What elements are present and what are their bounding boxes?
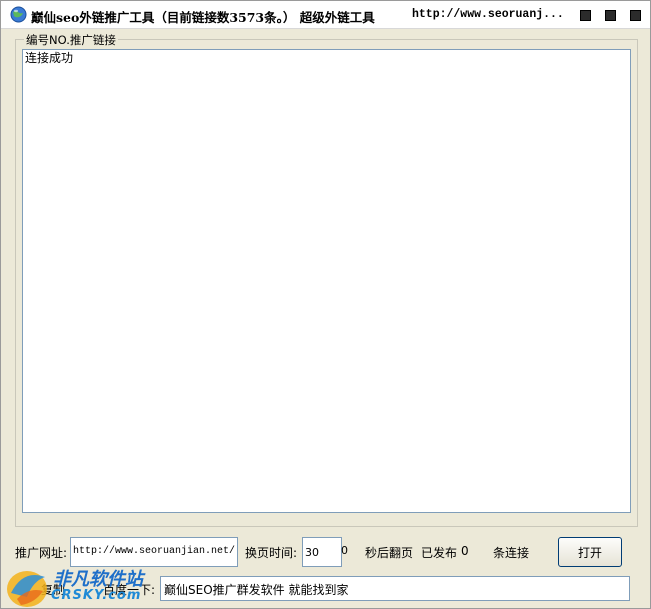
published-count: 0 [461, 544, 469, 558]
close-icon[interactable] [630, 10, 641, 21]
links-group: 编号NO.推广链接 连接成功 [15, 32, 638, 527]
interval-extra: 0 [341, 544, 348, 557]
log-textarea[interactable]: 连接成功 [22, 49, 631, 513]
url-input[interactable]: http://www.seoruanjian.net/ [70, 537, 238, 567]
search-text-field[interactable]: 巅仙SEO推广群发软件 就能找到家 [160, 576, 630, 601]
search-tip-label: 百度一下: [103, 583, 156, 597]
title-url: http://www.seoruanj... [412, 8, 564, 21]
interval-label: 换页时间: [245, 546, 298, 560]
open-button[interactable]: 打开 [558, 537, 622, 567]
minimize-icon[interactable] [580, 10, 591, 21]
log-line: 连接成功 [25, 51, 74, 65]
maximize-icon[interactable] [605, 10, 616, 21]
globe-icon [10, 6, 27, 23]
window-title: 巅仙seo外链推广工具（目前链接数3573条。） 超级外链工具 [31, 10, 375, 25]
interval-input[interactable]: 30 [302, 537, 342, 567]
copy-link[interactable]: 复制 [41, 581, 65, 598]
published-label: 已发布 [421, 546, 458, 560]
links-label: 条连接 [493, 546, 530, 560]
url-label: 推广网址: [15, 546, 68, 560]
app-window: 巅仙seo外链推广工具（目前链接数3573条。） 超级外链工具 http://w… [0, 0, 651, 609]
group-legend: 编号NO.推广链接 [24, 32, 118, 48]
title-bar[interactable]: 巅仙seo外链推广工具（目前链接数3573条。） 超级外链工具 http://w… [1, 1, 650, 29]
flip-label: 秒后翻页 [365, 546, 414, 560]
